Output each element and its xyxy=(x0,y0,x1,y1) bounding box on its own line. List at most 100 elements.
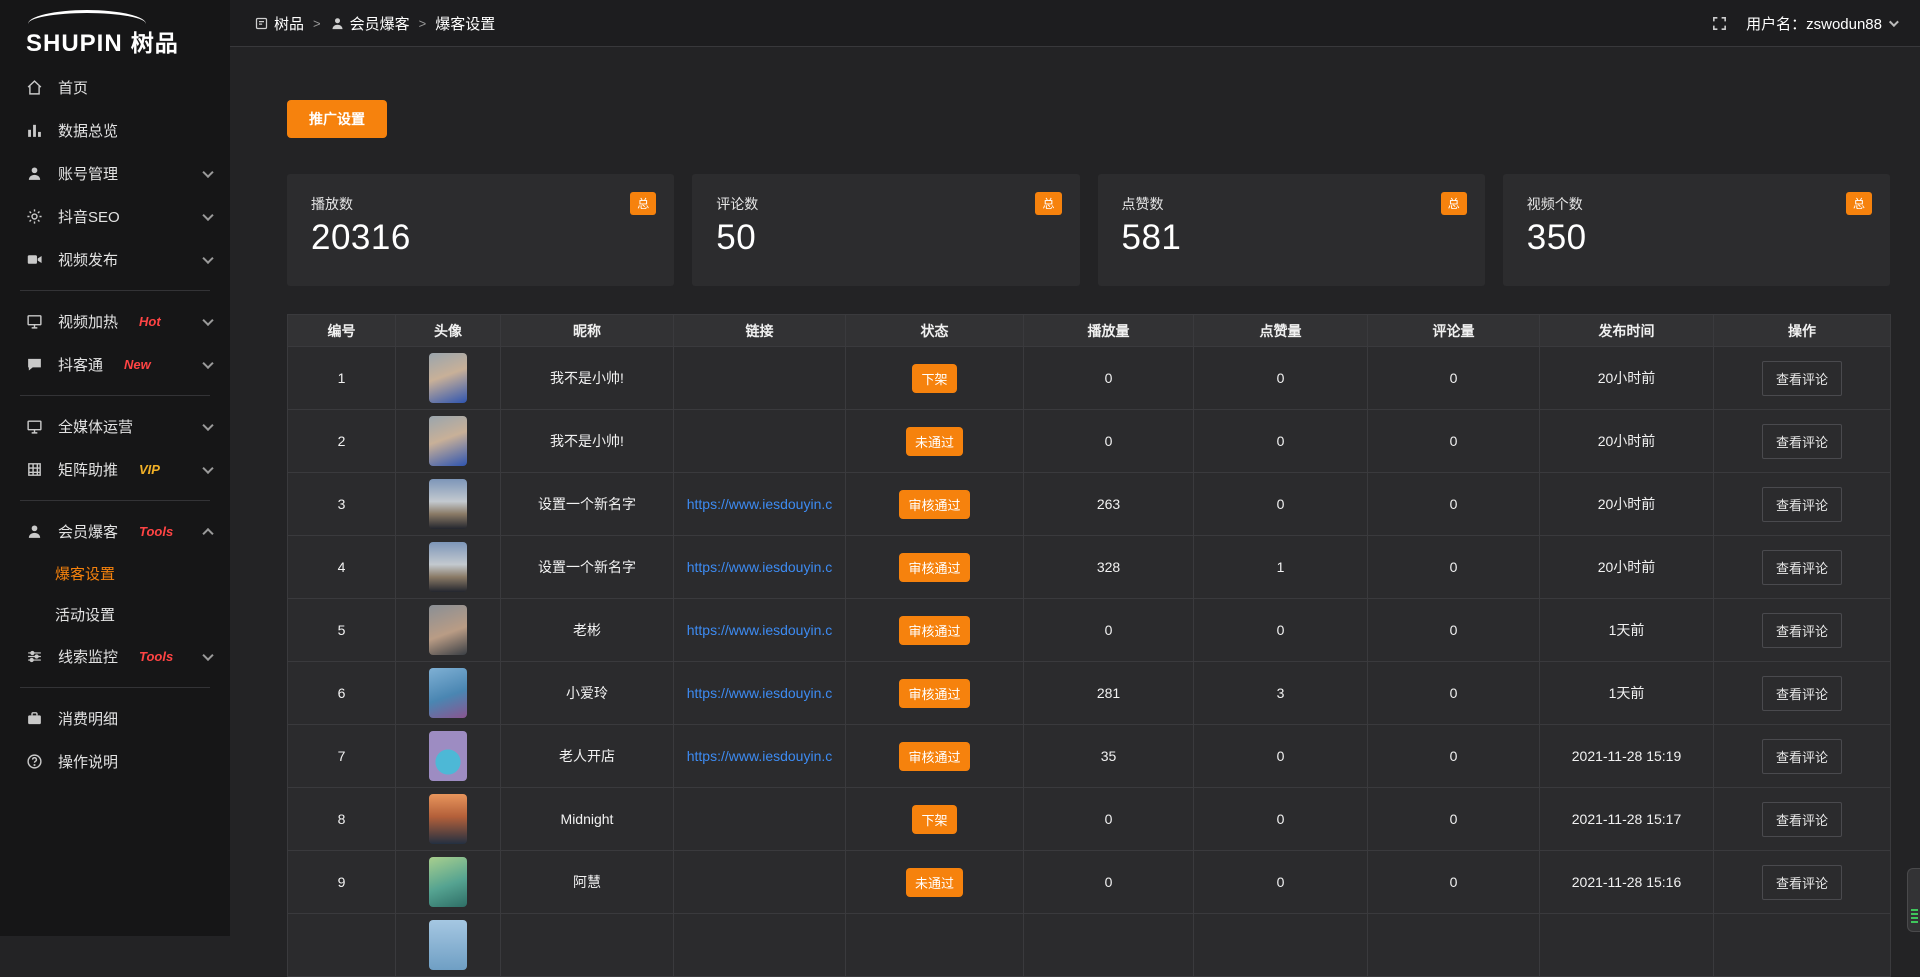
cell-status: 未通过 xyxy=(846,410,1024,473)
total-badge: 总 xyxy=(1441,192,1467,215)
cell-avatar xyxy=(396,851,501,914)
view-comments-button[interactable]: 查看评论 xyxy=(1762,613,1842,648)
video-link[interactable]: https://www.iesdouyin.c xyxy=(674,748,845,764)
view-comments-button[interactable]: 查看评论 xyxy=(1762,487,1842,522)
cell-action: 查看评论 xyxy=(1714,347,1891,410)
video-link[interactable]: https://www.iesdouyin.c xyxy=(674,622,845,638)
video-icon xyxy=(26,251,43,268)
sidebar-item-consume-detail[interactable]: 消费明细 xyxy=(0,697,230,740)
view-comments-button[interactable]: 查看评论 xyxy=(1762,802,1842,837)
cell-id xyxy=(288,914,396,977)
sidebar-item-label: 矩阵助推 xyxy=(58,459,118,480)
cell-comments: 0 xyxy=(1368,725,1540,788)
chevron-down-icon xyxy=(202,649,213,660)
chevron-down-icon xyxy=(202,209,213,220)
sidebar-item-all-media[interactable]: 全媒体运营 xyxy=(0,405,230,448)
avatar xyxy=(429,794,467,844)
stat-card: 评论数50总 xyxy=(692,174,1079,286)
sidebar-item-douyin-seo[interactable]: 抖音SEO xyxy=(0,195,230,238)
cell-action: 查看评论 xyxy=(1714,725,1891,788)
cell-likes: 0 xyxy=(1194,725,1368,788)
chevron-down-icon xyxy=(202,166,213,177)
sidebar-item-account-manage[interactable]: 账号管理 xyxy=(0,152,230,195)
chevron-up-icon xyxy=(202,527,213,538)
status-badge: 审核通过 xyxy=(899,553,969,582)
avatar xyxy=(429,668,467,718)
stat-card: 播放数20316总 xyxy=(287,174,674,286)
video-link[interactable]: https://www.iesdouyin.c xyxy=(674,559,845,575)
cell-nickname: Midnight xyxy=(501,788,674,851)
view-comments-button[interactable]: 查看评论 xyxy=(1762,550,1842,585)
cell-time: 2021-11-28 15:19 xyxy=(1540,725,1714,788)
sidebar-item-clue-monitor[interactable]: 线索监控Tools xyxy=(0,635,230,678)
avatar xyxy=(429,920,467,970)
cell-nickname: 我不是小帅! xyxy=(501,410,674,473)
total-badge: 总 xyxy=(1035,192,1061,215)
sidebar-item-label: 抖音SEO xyxy=(58,206,120,227)
sidebar-item-label: 账号管理 xyxy=(58,163,118,184)
video-table-wrap: 编号头像昵称链接状态播放量点赞量评论量发布时间操作 1我不是小帅!下架00020… xyxy=(287,314,1890,977)
sidebar-item-label: 操作说明 xyxy=(58,751,118,772)
sidebar-item-data-overview[interactable]: 数据总览 xyxy=(0,109,230,152)
floating-widget[interactable] xyxy=(1907,868,1920,932)
video-link[interactable]: https://www.iesdouyin.c xyxy=(674,496,845,512)
fullscreen-icon[interactable] xyxy=(1711,15,1728,32)
sidebar-item-video-heat[interactable]: 视频加热Hot xyxy=(0,300,230,343)
cell-action xyxy=(1714,914,1891,977)
cell-action: 查看评论 xyxy=(1714,410,1891,473)
view-comments-button[interactable]: 查看评论 xyxy=(1762,865,1842,900)
sidebar-subitem-baoke-settings[interactable]: 爆客设置 xyxy=(0,553,230,594)
cell-plays: 263 xyxy=(1024,473,1194,536)
table-row: 1我不是小帅!下架00020小时前查看评论 xyxy=(288,347,1891,410)
view-comments-button[interactable]: 查看评论 xyxy=(1762,361,1842,396)
cell-status: 下架 xyxy=(846,788,1024,851)
avatar xyxy=(429,416,467,466)
sidebar-item-label: 数据总览 xyxy=(58,120,118,141)
cell-time: 1天前 xyxy=(1540,599,1714,662)
total-badge: 总 xyxy=(1846,192,1872,215)
cell-nickname: 老人开店 xyxy=(501,725,674,788)
cell-plays: 0 xyxy=(1024,410,1194,473)
cell-avatar xyxy=(396,599,501,662)
stat-card-value: 350 xyxy=(1527,218,1866,258)
sidebar-item-member-baoke[interactable]: 会员爆客Tools xyxy=(0,510,230,553)
cell-status: 审核通过 xyxy=(846,473,1024,536)
sidebar-item-label: 消费明细 xyxy=(58,708,118,729)
cell-plays: 0 xyxy=(1024,788,1194,851)
sidebar-item-video-publish[interactable]: 视频发布 xyxy=(0,238,230,281)
breadcrumb-item-member[interactable]: 会员爆客 xyxy=(330,13,410,34)
status-badge: 下架 xyxy=(912,805,956,834)
video-link[interactable]: https://www.iesdouyin.c xyxy=(674,685,845,701)
sidebar-item-operation-guide[interactable]: 操作说明 xyxy=(0,740,230,783)
cell-avatar xyxy=(396,473,501,536)
sidebar-subitem-activity-settings[interactable]: 活动设置 xyxy=(0,594,230,635)
user-menu[interactable]: 用户名：zswodun88 xyxy=(1746,13,1896,34)
cell-comments: 0 xyxy=(1368,473,1540,536)
breadcrumb-separator: > xyxy=(313,16,321,31)
cell-time: 2021-11-28 15:16 xyxy=(1540,851,1714,914)
promo-settings-button[interactable]: 推广设置 xyxy=(287,100,387,138)
sidebar-badge: VIP xyxy=(139,462,160,477)
column-header: 编号 xyxy=(288,315,396,347)
stat-card-value: 50 xyxy=(716,218,1055,258)
view-comments-button[interactable]: 查看评论 xyxy=(1762,739,1842,774)
view-comments-button[interactable]: 查看评论 xyxy=(1762,676,1842,711)
status-badge: 未通过 xyxy=(906,868,963,897)
wallet-icon xyxy=(26,710,43,727)
sidebar-item-douketong[interactable]: 抖客通New xyxy=(0,343,230,386)
question-icon xyxy=(26,753,43,770)
sidebar-divider xyxy=(20,395,210,396)
cell-nickname: 小爱玲 xyxy=(501,662,674,725)
cell-nickname xyxy=(501,914,674,977)
cell-avatar xyxy=(396,662,501,725)
table-row: 6小爱玲https://www.iesdouyin.c审核通过281301天前查… xyxy=(288,662,1891,725)
breadcrumb: 树品 > 会员爆客 > 爆客设置 xyxy=(254,13,495,34)
sidebar-item-matrix-boost[interactable]: 矩阵助推 VIP xyxy=(0,448,230,491)
sidebar-item-home[interactable]: 首页 xyxy=(0,66,230,109)
cell-time xyxy=(1540,914,1714,977)
cell-time: 20小时前 xyxy=(1540,473,1714,536)
brand-name-cn: 树品 xyxy=(131,24,179,58)
view-comments-button[interactable]: 查看评论 xyxy=(1762,424,1842,459)
breadcrumb-item-home[interactable]: 树品 xyxy=(254,13,304,34)
cell-link xyxy=(674,788,846,851)
